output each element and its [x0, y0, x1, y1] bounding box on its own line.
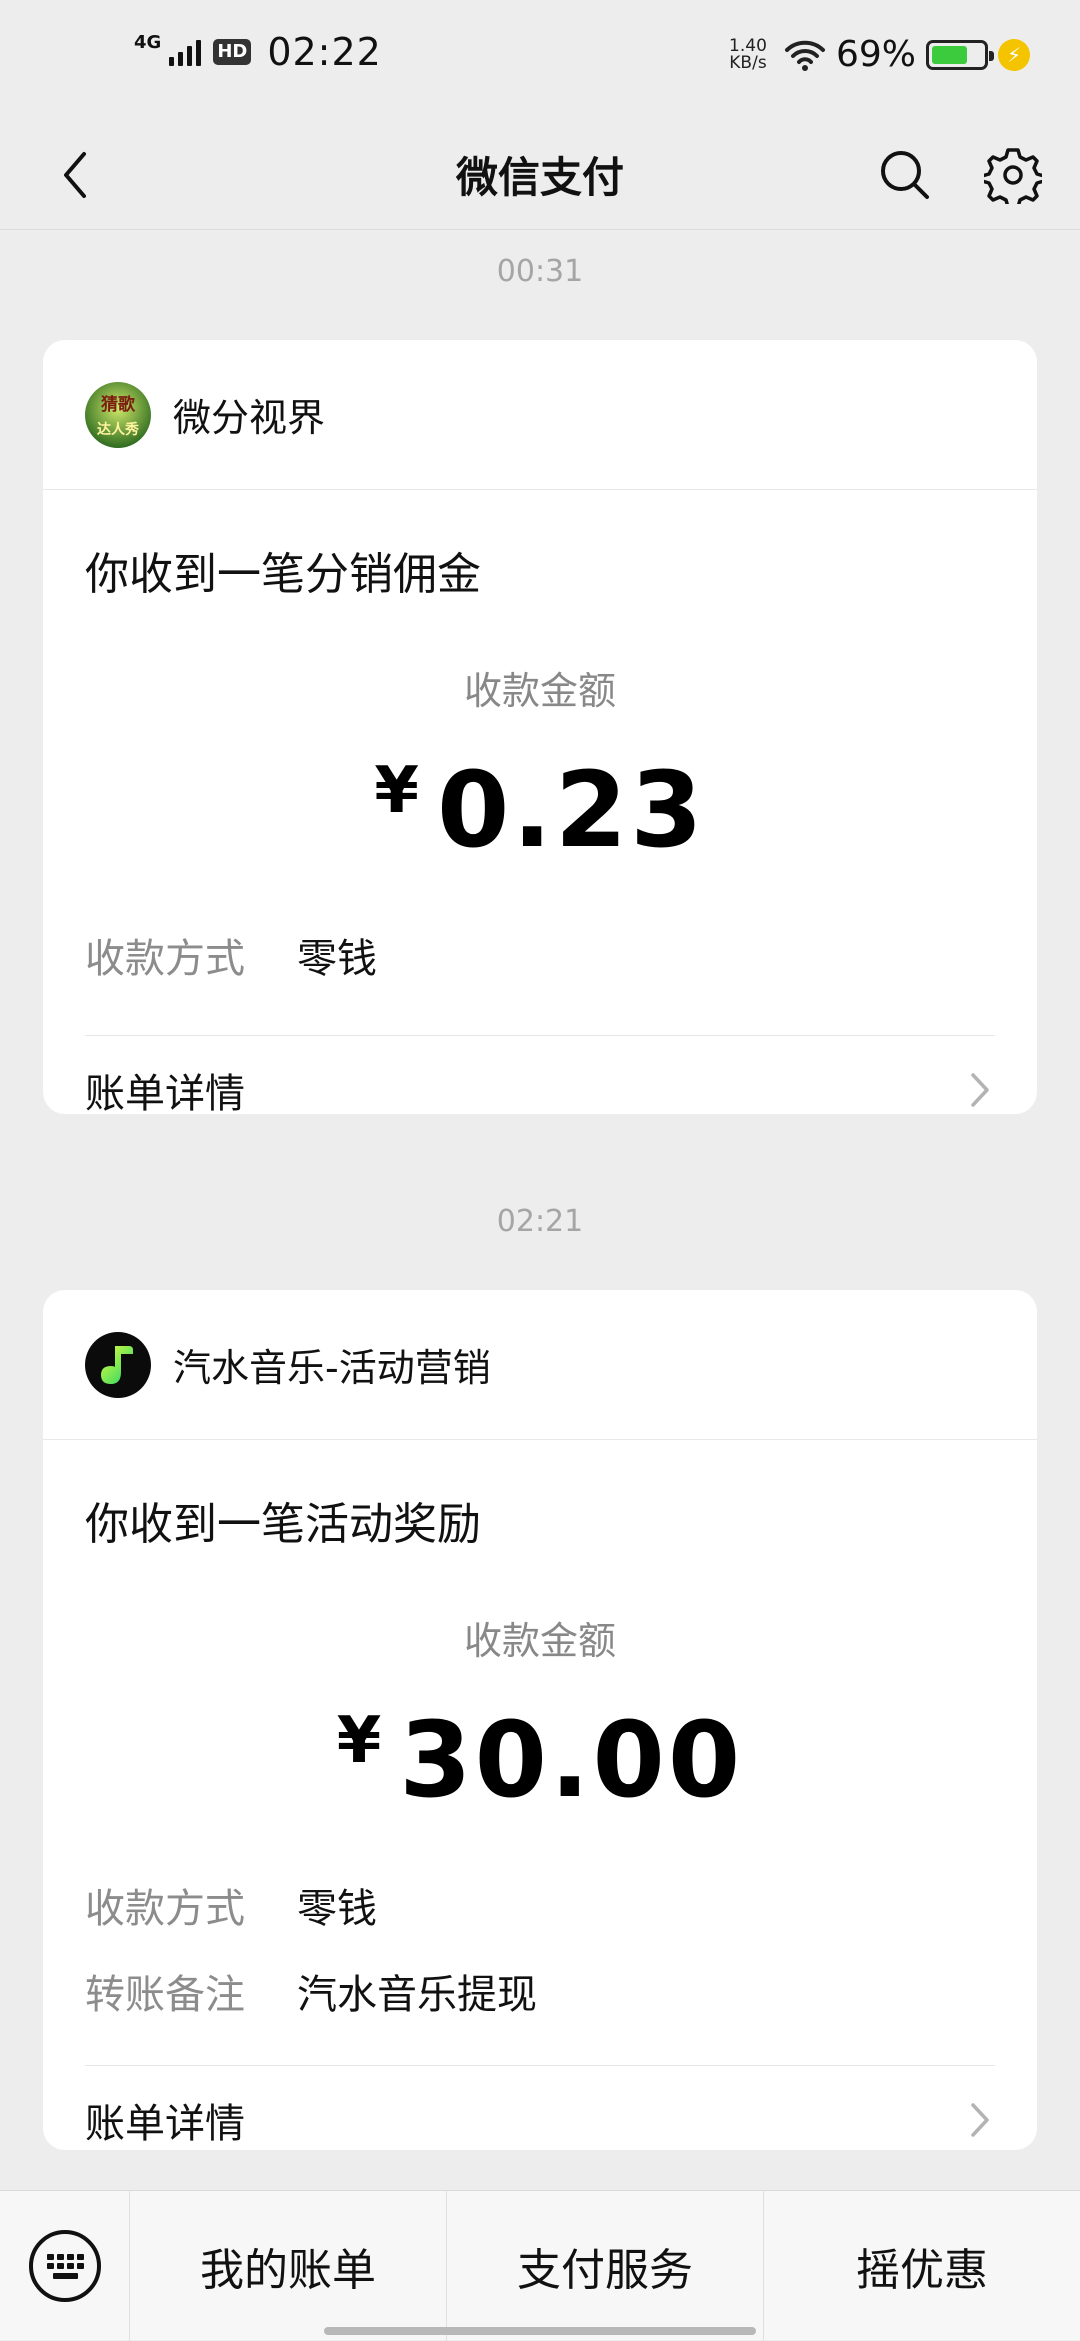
sender-name: 汽水音乐-活动营销: [173, 1346, 491, 1390]
net-speed-unit: KB/s: [729, 52, 767, 73]
bill-details-label: 账单详情: [85, 1070, 245, 1115]
card-header: 汽水音乐-活动营销: [43, 1290, 1037, 1440]
avatar: [85, 1331, 151, 1398]
info-row: 转账备注 汽水音乐提现: [85, 1963, 995, 2019]
currency-symbol: ¥: [336, 1704, 382, 1778]
battery-percent: 69%: [835, 34, 916, 75]
search-icon[interactable]: [870, 140, 940, 210]
amount-value: 30.00: [399, 1699, 744, 1821]
chevron-right-icon: [965, 2100, 995, 2140]
info-label: 收款方式: [85, 936, 245, 982]
info-row: 收款方式 零钱: [85, 1877, 995, 1933]
currency-symbol: ¥: [374, 754, 419, 828]
card-headline: 你收到一笔分销佣金: [85, 549, 481, 600]
menu-my-bills[interactable]: 我的账单: [130, 2191, 446, 2341]
net-speed: 1.40 KB/s: [722, 35, 774, 73]
payment-card[interactable]: 汽水音乐-活动营销 你收到一笔活动奖励 收款金额 ¥30.00 收款方式 零钱 …: [43, 1290, 1037, 2150]
network-type: 4G: [134, 32, 162, 53]
header: 微信支付: [0, 120, 1080, 230]
avatar-text-bottom: 达人秀: [97, 421, 140, 438]
amount-label: 收款金额: [463, 669, 616, 713]
bill-details-label: 账单详情: [85, 2100, 245, 2147]
info-label: 收款方式: [85, 1886, 245, 1932]
menu-shake-deals[interactable]: 摇优惠: [763, 2190, 1080, 2341]
battery-icon: [926, 39, 994, 70]
message-timestamp: 00:31: [496, 254, 584, 289]
status-left: 4G HD 02:22: [134, 30, 382, 74]
keyboard-icon[interactable]: [0, 2190, 130, 2341]
card-header: 猜歌 达人秀 微分视界: [43, 340, 1037, 490]
chevron-right-icon: [965, 1070, 995, 1110]
sender-name: 微分视界: [173, 396, 326, 440]
amount-label: 收款金额: [463, 1619, 616, 1663]
amount: ¥30.00: [85, 1681, 995, 1851]
bill-details-link[interactable]: 账单详情: [85, 2065, 995, 2150]
gear-icon[interactable]: [978, 140, 1048, 210]
bottom-menu: 我的账单 支付服务 摇优惠: [0, 2190, 1080, 2341]
info-value: 零钱: [297, 936, 377, 982]
info-row: 收款方式 零钱: [85, 927, 995, 983]
page-title: 微信支付: [455, 153, 624, 202]
avatar: 猜歌 达人秀: [85, 381, 151, 448]
payment-card[interactable]: 猜歌 达人秀 微分视界 你收到一笔分销佣金 收款金额 ¥0.23 收款方式 零钱…: [43, 340, 1037, 1114]
info-value: 汽水音乐提现: [297, 1972, 537, 2018]
avatar-text-top: 猜歌: [100, 394, 136, 415]
status-time: 02:22: [267, 30, 382, 74]
info-value: 零钱: [297, 1886, 377, 1932]
hd-badge: HD: [213, 39, 252, 65]
amount: ¥0.23: [85, 731, 995, 901]
info-label: 转账备注: [85, 1972, 245, 2018]
card-headline: 你收到一笔活动奖励: [85, 1499, 481, 1550]
signal-icon: [169, 38, 202, 66]
card-body: 你收到一笔活动奖励 收款金额 ¥30.00 收款方式 零钱 转账备注 汽水音乐提…: [43, 1488, 1037, 2150]
charging-icon: ⚡: [998, 38, 1030, 71]
battery-fill: [932, 45, 967, 64]
card-body: 你收到一笔分销佣金 收款金额 ¥0.23 收款方式 零钱 账单详情: [43, 538, 1037, 1114]
home-indicator[interactable]: [324, 2327, 756, 2335]
status-bar: 4G HD 02:22 1.40 KB/s 69% ⚡: [0, 0, 1080, 120]
wifi-icon: [784, 40, 825, 71]
message-timestamp: 02:21: [496, 1204, 584, 1239]
menu-payment-services[interactable]: 支付服务: [446, 2190, 763, 2341]
net-speed-value: 1.40: [729, 35, 767, 56]
bill-details-link[interactable]: 账单详情: [85, 1035, 995, 1114]
status-right: 1.40 KB/s 69% ⚡: [722, 34, 1030, 75]
amount-value: 0.23: [436, 749, 706, 871]
chevron-left-icon[interactable]: [40, 140, 110, 210]
